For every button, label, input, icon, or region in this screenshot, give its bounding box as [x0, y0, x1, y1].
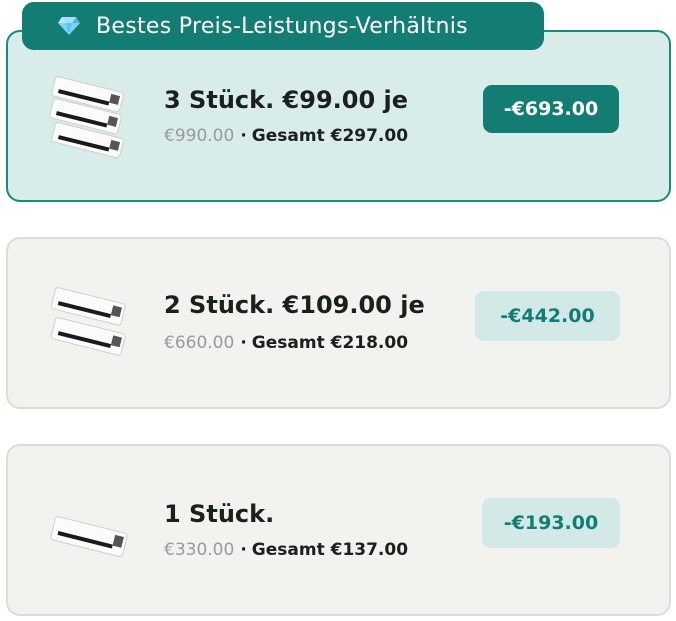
product-image-single — [50, 516, 128, 558]
bundle-option-2[interactable]: 2 Stück. €109.00 je €660.00 · Gesamt €21… — [6, 237, 671, 409]
savings-badge: -€693.00 — [483, 85, 619, 133]
badge-label: Bestes Preis-Leistungs-Verhältnis — [96, 13, 468, 39]
bundle-title: 2 Stück. €109.00 je — [164, 291, 425, 319]
total-price: Gesamt €218.00 — [251, 333, 409, 353]
price-line: €990.00 · Gesamt €297.00 — [164, 126, 408, 146]
product-image-2-pack — [50, 287, 126, 356]
old-price: €990.00 — [164, 126, 235, 146]
price-line: €330.00 · Gesamt €137.00 — [164, 540, 408, 560]
total-price: Gesamt €137.00 — [251, 540, 409, 560]
separator: · — [240, 126, 247, 146]
old-price: €330.00 — [164, 540, 235, 560]
diamond-icon — [58, 17, 80, 35]
total-price: Gesamt €297.00 — [251, 126, 409, 146]
savings-badge: -€193.00 — [482, 498, 620, 548]
product-image-3-pack — [49, 76, 124, 159]
bundle-title: 1 Stück. — [164, 500, 275, 528]
bundle-option-1[interactable]: 1 Stück. €330.00 · Gesamt €137.00 -€193.… — [6, 444, 671, 616]
bundle-option-3[interactable]: 3 Stück. €99.00 je €990.00 · Gesamt €297… — [6, 30, 671, 202]
best-value-badge: Bestes Preis-Leistungs-Verhältnis — [22, 2, 544, 50]
price-line: €660.00 · Gesamt €218.00 — [164, 333, 408, 353]
savings-badge: -€442.00 — [475, 291, 620, 341]
separator: · — [240, 333, 247, 353]
old-price: €660.00 — [164, 333, 235, 353]
bundle-title: 3 Stück. €99.00 je — [164, 86, 409, 114]
separator: · — [240, 540, 247, 560]
